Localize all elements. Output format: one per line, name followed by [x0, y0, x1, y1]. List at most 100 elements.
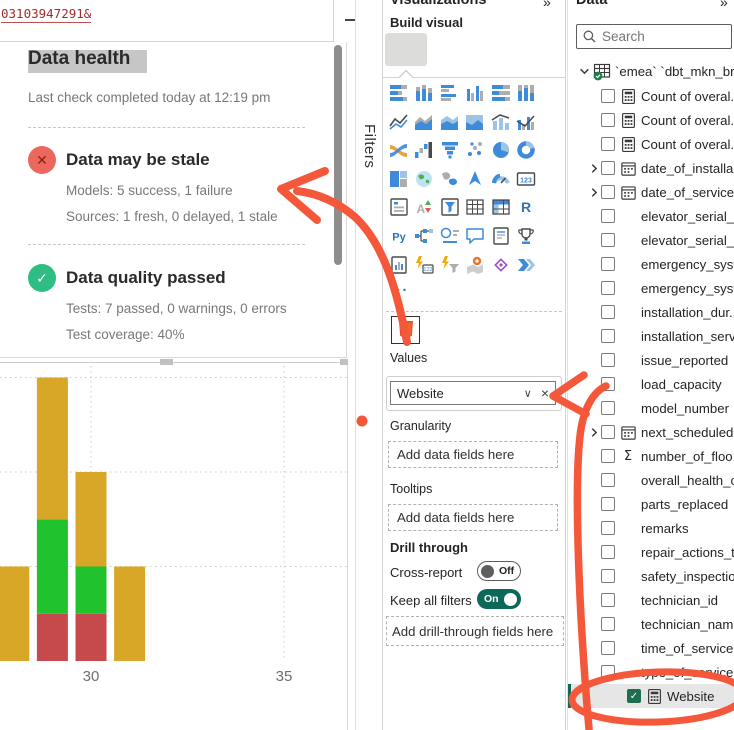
- expand-chevron-icon[interactable]: [587, 163, 601, 174]
- drill-through-dropzone[interactable]: Add drill-through fields here: [386, 616, 564, 646]
- search-box[interactable]: [576, 24, 732, 49]
- field-row-emergency-syst[interactable]: emergency_syst...: [568, 276, 734, 300]
- visual-area-chart-icon[interactable]: [412, 108, 437, 136]
- field-row-remarks[interactable]: remarks: [568, 516, 734, 540]
- visual-smart-narrative-icon[interactable]: [488, 222, 513, 250]
- table-row-root[interactable]: `emea` `dbt_mkn_bron...: [568, 59, 734, 84]
- field-checkbox[interactable]: [601, 185, 615, 199]
- visual-stacked-area-chart-icon[interactable]: [437, 108, 462, 136]
- field-checkbox[interactable]: [601, 209, 615, 223]
- visual-kpi-icon[interactable]: A: [412, 193, 437, 221]
- visual-filled-map-icon[interactable]: [437, 165, 462, 193]
- search-input[interactable]: [600, 28, 722, 45]
- field-checkbox[interactable]: [601, 257, 615, 271]
- field-checkbox[interactable]: [601, 593, 615, 607]
- field-row-date-of-service[interactable]: date_of_service: [568, 180, 734, 204]
- field-checkbox[interactable]: [601, 329, 615, 343]
- visual-matrix-icon[interactable]: [488, 193, 513, 221]
- expand-chevron-icon[interactable]: [587, 187, 601, 198]
- field-checkbox[interactable]: [601, 449, 615, 463]
- field-row-parts-replaced[interactable]: parts_replaced: [568, 492, 734, 516]
- collapse-pane-icon[interactable]: »: [543, 0, 551, 10]
- field-row-technician-name[interactable]: technician_name: [568, 612, 734, 636]
- visual-scatter-chart-icon[interactable]: [463, 136, 488, 164]
- field-checkbox[interactable]: [601, 473, 615, 487]
- visual-ribbon-chart-icon[interactable]: [386, 136, 411, 164]
- visual-azure-map-icon[interactable]: [463, 165, 488, 193]
- collapse-chevron-icon[interactable]: [577, 66, 591, 77]
- visual-slicer-icon[interactable]: [437, 193, 462, 221]
- field-row-technician-id[interactable]: technician_id: [568, 588, 734, 612]
- field-row-count-of-overal[interactable]: Count of overal...: [568, 84, 734, 108]
- field-checkbox[interactable]: ✓: [627, 689, 641, 703]
- visual-line-and-clustered-column-chart-icon[interactable]: [514, 108, 539, 136]
- visual-stacked-bar-chart-icon[interactable]: [386, 79, 411, 107]
- visual-treemap-icon[interactable]: [386, 165, 411, 193]
- field-checkbox[interactable]: [601, 89, 615, 103]
- granularity-dropzone[interactable]: Add data fields here: [388, 441, 558, 468]
- visual-metrics-icon[interactable]: [514, 222, 539, 250]
- field-row-model-number[interactable]: model_number: [568, 396, 734, 420]
- field-row-installation-dur[interactable]: installation_dur...: [568, 300, 734, 324]
- field-row-time-of-service[interactable]: time_of_service: [568, 636, 734, 660]
- visual-100-stacked-bar-chart-icon[interactable]: [488, 79, 513, 107]
- visual-r-script-visual-icon[interactable]: R: [514, 193, 539, 221]
- visual-clustered-column-chart-icon[interactable]: [463, 79, 488, 107]
- collapse-data-pane-icon[interactable]: »: [720, 0, 728, 10]
- cross-report-toggle[interactable]: Off: [477, 561, 521, 581]
- visual-gauge-icon[interactable]: [488, 165, 513, 193]
- field-row-load-capacity[interactable]: load_capacity: [568, 372, 734, 396]
- field-row-type-of-service[interactable]: type_of_service: [568, 660, 734, 684]
- visual-line-and-stacked-column-chart-icon[interactable]: [488, 108, 513, 136]
- visual-key-influencers-icon[interactable]: [437, 222, 462, 250]
- visual-power-automate-icon[interactable]: [514, 251, 539, 279]
- visual-line-chart-icon[interactable]: [386, 108, 411, 136]
- filters-pane[interactable]: Filters: [355, 0, 383, 730]
- visual-power-apps-icon[interactable]: 123: [412, 251, 437, 279]
- field-checkbox[interactable]: [601, 377, 615, 391]
- field-row-repair-actions-t[interactable]: repair_actions_t...: [568, 540, 734, 564]
- field-row-elevator-serial[interactable]: elevator_serial_...: [568, 228, 734, 252]
- field-row-next-scheduled[interactable]: next_scheduled...: [568, 420, 734, 444]
- field-row-date-of-installa[interactable]: date_of_installa...: [568, 156, 734, 180]
- field-checkbox[interactable]: [601, 665, 615, 679]
- visual-python-visual-icon[interactable]: Py: [386, 222, 411, 250]
- field-checkbox[interactable]: [601, 497, 615, 511]
- field-checkbox[interactable]: [601, 401, 615, 415]
- field-checkbox[interactable]: [601, 353, 615, 367]
- chart-visual[interactable]: 3035: [0, 362, 348, 730]
- field-checkbox[interactable]: [601, 137, 615, 151]
- visual-waterfall-chart-icon[interactable]: [412, 136, 437, 164]
- visual-100-stacked-area-chart-icon[interactable]: [463, 108, 488, 136]
- visual-resize-handle-top[interactable]: [160, 359, 173, 365]
- field-row-website[interactable]: ✓Website: [568, 684, 734, 708]
- field-row-elevator-serial[interactable]: elevator_serial_...: [568, 204, 734, 228]
- field-checkbox[interactable]: [601, 281, 615, 295]
- field-checkbox[interactable]: [601, 641, 615, 655]
- field-row-overall-health-c[interactable]: overall_health_c...: [568, 468, 734, 492]
- visual-donut-chart-icon[interactable]: [514, 136, 539, 164]
- field-row-count-of-overal[interactable]: Count of overal...: [568, 132, 734, 156]
- expand-chevron-icon[interactable]: [587, 427, 601, 438]
- field-row-number-of-floo[interactable]: Σnumber_of_floo...: [568, 444, 734, 468]
- visual-100-stacked-column-chart-icon[interactable]: [514, 79, 539, 107]
- visual-table-icon[interactable]: [463, 193, 488, 221]
- field-checkbox[interactable]: [601, 521, 615, 535]
- field-row-emergency-syst[interactable]: emergency_syst...: [568, 252, 734, 276]
- field-row-count-of-overal[interactable]: Count of overal...: [568, 108, 734, 132]
- field-row-installation-serv[interactable]: installation_serv...: [568, 324, 734, 348]
- field-checkbox[interactable]: [601, 233, 615, 247]
- visual-paginated-report-icon[interactable]: [386, 251, 411, 279]
- visual-clustered-bar-chart-icon[interactable]: [437, 79, 462, 107]
- visual-card-icon[interactable]: 123: [514, 165, 539, 193]
- visual-pie-chart-icon[interactable]: [488, 136, 513, 164]
- field-checkbox[interactable]: [601, 617, 615, 631]
- visual-qa-visual-icon[interactable]: [463, 222, 488, 250]
- visual-power-automate-trigger-icon[interactable]: [437, 251, 462, 279]
- card-scrollbar-thumb[interactable]: [334, 45, 342, 265]
- field-checkbox[interactable]: [601, 113, 615, 127]
- field-row-safety-inspectio[interactable]: safety_inspectio...: [568, 564, 734, 588]
- chevron-down-icon[interactable]: ∨: [524, 387, 532, 400]
- field-row-issue-reported[interactable]: issue_reported: [568, 348, 734, 372]
- visual-scorecard-diamond-icon[interactable]: [488, 251, 513, 279]
